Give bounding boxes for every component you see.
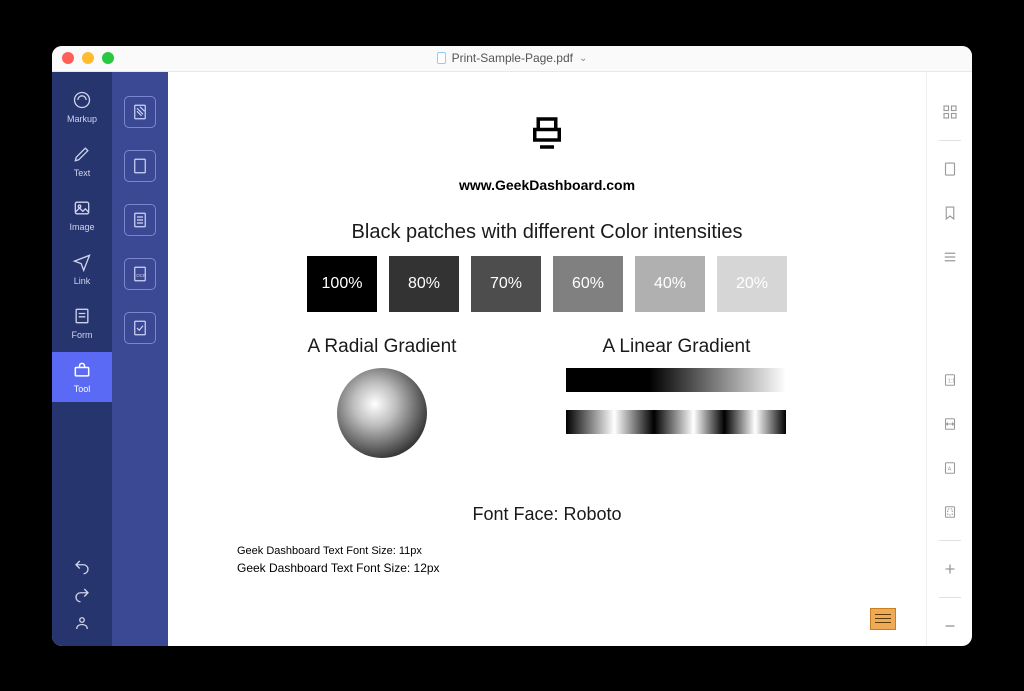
patch-80: 80% — [389, 256, 459, 312]
titlebar: Print-Sample-Page.pdf ⌄ — [52, 46, 972, 72]
page-hatch-icon — [131, 103, 149, 121]
crop-icon — [941, 503, 959, 521]
menu-icon — [941, 248, 959, 266]
font-sample-11: Geek Dashboard Text Font Size: 11px — [237, 543, 440, 560]
site-url: www.GeekDashboard.com — [459, 177, 635, 193]
tool-sub-4[interactable]: OCR — [124, 258, 156, 290]
sidebar-item-form[interactable]: Form — [52, 298, 112, 348]
sidebar-item-label: Form — [72, 330, 93, 340]
patch-70: 70% — [471, 256, 541, 312]
page-icon — [941, 160, 959, 178]
patch-60: 60% — [553, 256, 623, 312]
patches-heading: Black patches with different Color inten… — [352, 221, 743, 244]
sidebar-item-label: Markup — [67, 114, 97, 124]
patch-row: 100% 80% 70% 60% 40% 20% — [307, 256, 787, 312]
primary-sidebar: Markup Text Image Link Form Tool — [52, 72, 112, 646]
crop-button[interactable] — [927, 492, 972, 532]
fit-width-icon — [941, 415, 959, 433]
plus-icon — [941, 560, 959, 578]
fit-page-icon: 1:1 — [941, 371, 959, 389]
tool-sub-2[interactable] — [124, 150, 156, 182]
minus-icon — [941, 617, 959, 635]
sidebar-item-markup[interactable]: Markup — [52, 82, 112, 132]
tool-sub-1[interactable] — [124, 96, 156, 128]
thumbnails-button[interactable] — [927, 92, 972, 132]
page-check-icon — [131, 319, 149, 337]
pencil-icon — [72, 144, 92, 164]
toolbox-icon — [72, 360, 92, 380]
font-sample-12: Geek Dashboard Text Font Size: 12px — [237, 559, 440, 577]
form-icon — [72, 306, 92, 326]
page-blank-icon — [131, 157, 149, 175]
font-face-heading: Font Face: Roboto — [472, 504, 621, 525]
sidebar-item-label: Image — [69, 222, 94, 232]
right-sidebar: 1:1 A — [926, 72, 972, 646]
radial-label: A Radial Gradient — [308, 336, 457, 358]
page-content: www.GeekDashboard.com Black patches with… — [207, 82, 887, 646]
undo-icon[interactable] — [73, 558, 91, 576]
paper-plane-icon — [72, 252, 92, 272]
bookmark-icon — [941, 204, 959, 222]
actual-size-button[interactable]: A — [927, 448, 972, 488]
sidebar-item-tool[interactable]: Tool — [52, 352, 112, 402]
tool-sub-3[interactable] — [124, 204, 156, 236]
fit-page-button[interactable]: 1:1 — [927, 360, 972, 400]
svg-text:OCR: OCR — [136, 273, 147, 278]
user-icon[interactable] — [73, 614, 91, 632]
sidebar-item-label: Link — [74, 276, 91, 286]
bookmark-button[interactable] — [927, 193, 972, 233]
sticky-note-icon[interactable] — [870, 608, 896, 630]
document-canvas[interactable]: www.GeekDashboard.com Black patches with… — [168, 72, 926, 646]
tool-sub-5[interactable] — [124, 312, 156, 344]
page-a-icon: A — [941, 459, 959, 477]
sidebar-item-link[interactable]: Link — [52, 244, 112, 294]
patch-40: 40% — [635, 256, 705, 312]
window-title-text: Print-Sample-Page.pdf — [452, 51, 573, 65]
chevron-down-icon[interactable]: ⌄ — [579, 53, 587, 64]
image-icon — [72, 198, 92, 218]
patch-100: 100% — [307, 256, 377, 312]
gradient-row: A Radial Gradient A Linear Gradient — [308, 336, 787, 458]
patch-20: 20% — [717, 256, 787, 312]
zoom-in-button[interactable] — [927, 549, 972, 589]
tool-subbar: OCR — [112, 72, 168, 646]
page-lines-icon — [131, 211, 149, 229]
linear-gradient-2 — [566, 410, 786, 434]
zoom-out-button[interactable] — [927, 606, 972, 646]
linear-label: A Linear Gradient — [603, 336, 751, 358]
redo-icon[interactable] — [73, 586, 91, 604]
svg-text:1:1: 1:1 — [947, 378, 954, 384]
sidebar-item-image[interactable]: Image — [52, 190, 112, 240]
app-window: Print-Sample-Page.pdf ⌄ Markup Text Imag… — [52, 46, 972, 646]
radial-gradient-sample — [337, 368, 427, 458]
font-size-samples: Geek Dashboard Text Font Size: 11px Geek… — [207, 543, 440, 578]
window-title: Print-Sample-Page.pdf ⌄ — [52, 51, 972, 65]
grid-icon — [941, 103, 959, 121]
outline-button[interactable] — [927, 237, 972, 277]
linear-gradient-1 — [566, 368, 786, 392]
svg-text:A: A — [947, 466, 951, 472]
sidebar-item-label: Text — [74, 168, 91, 178]
markup-icon — [72, 90, 92, 110]
page-view-button[interactable] — [927, 149, 972, 189]
document-icon — [437, 52, 446, 64]
printer-icon — [526, 112, 568, 159]
sidebar-item-text[interactable]: Text — [52, 136, 112, 186]
sidebar-item-label: Tool — [74, 384, 91, 394]
fit-width-button[interactable] — [927, 404, 972, 444]
ocr-icon: OCR — [131, 265, 149, 283]
